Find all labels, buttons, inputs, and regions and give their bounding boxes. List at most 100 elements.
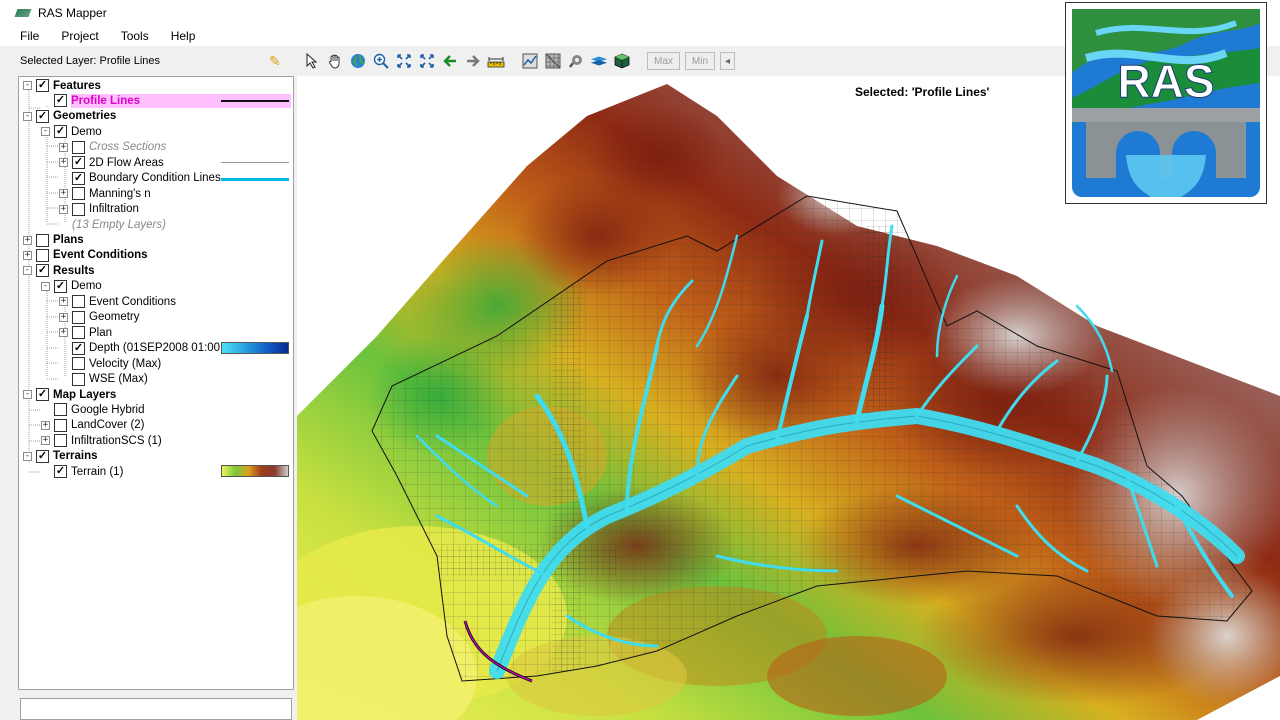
collapse-toggle[interactable]: - [23, 81, 32, 90]
layer-checkbox[interactable] [54, 434, 67, 448]
tree-item[interactable]: + Event Conditions [59, 294, 176, 309]
tree-item[interactable]: - ✓ Features [23, 78, 101, 93]
zoom-extent-icon[interactable] [395, 52, 413, 70]
tree-item[interactable]: + Plans [23, 233, 84, 248]
collapse-toggle[interactable]: - [23, 266, 32, 276]
tree-item[interactable]: Google Hybrid [41, 402, 145, 417]
tree-item[interactable]: + Plan [59, 325, 112, 340]
tree-item-label: Results [53, 264, 95, 277]
layer-checkbox[interactable] [72, 357, 85, 371]
expand-toggle[interactable]: + [59, 204, 68, 214]
layer-checkbox[interactable] [72, 140, 85, 154]
tree-item[interactable]: - ✓ Map Layers [23, 387, 116, 402]
measure-ruler-icon[interactable] [487, 52, 505, 70]
layer-stack-icon[interactable] [590, 52, 608, 70]
tree-item[interactable]: - ✓ Demo [41, 124, 102, 139]
tree-item[interactable]: - ✓ Results [23, 263, 95, 278]
zoom-in-icon[interactable] [372, 52, 390, 70]
max-button[interactable]: Max [647, 52, 680, 70]
tools-wrench-icon[interactable] [567, 52, 585, 70]
layer-checkbox[interactable] [72, 372, 85, 386]
collapse-toggle[interactable]: - [23, 111, 32, 121]
tree-item[interactable]: + Manning's n [59, 186, 151, 201]
expand-toggle[interactable]: + [23, 250, 32, 260]
layer-checkbox[interactable]: ✓ [72, 171, 85, 185]
status-box [20, 698, 292, 720]
layer-checkbox[interactable] [72, 326, 85, 340]
layer-checkbox[interactable] [36, 248, 49, 262]
collapse-toggle[interactable]: - [41, 281, 50, 291]
tree-item[interactable]: + Geometry [59, 310, 140, 325]
tree-item[interactable]: ✓ Profile Lines [41, 93, 140, 108]
step-back-button[interactable]: ◂ [720, 52, 736, 70]
tree-item[interactable]: WSE (Max) [59, 372, 148, 387]
tree-item[interactable]: - ✓ Demo [41, 279, 102, 294]
tree-item[interactable]: ✓ Depth (01SEP2008 01:00:0 [59, 341, 230, 356]
tree-item-label: Features [53, 79, 101, 92]
edit-pencil-icon[interactable]: ✎ [269, 54, 285, 68]
expand-toggle[interactable]: + [59, 312, 68, 322]
tree-item[interactable]: ✓ Boundary Condition Lines [59, 171, 221, 186]
legend-swatch [221, 100, 289, 103]
expand-toggle[interactable]: + [59, 158, 68, 168]
expand-toggle[interactable]: + [59, 297, 68, 307]
layer-checkbox[interactable]: ✓ [54, 279, 67, 293]
profile-plot-icon[interactable] [521, 52, 539, 70]
expand-toggle[interactable]: + [23, 235, 32, 245]
select-arrow-icon[interactable] [303, 52, 321, 70]
layer-checkbox[interactable]: ✓ [72, 156, 85, 170]
expand-toggle[interactable]: + [59, 189, 68, 199]
layer-checkbox[interactable]: ✓ [54, 94, 67, 108]
menu-file[interactable]: File [20, 29, 39, 43]
globe-icon[interactable] [349, 52, 367, 70]
layer-tree-panel: - ✓ Features ✓ Profile Lines - ✓ Geometries - ✓ De… [18, 76, 294, 690]
collapse-toggle[interactable]: - [41, 127, 50, 137]
tree-item-label: Infiltration [89, 203, 139, 216]
tree-item[interactable]: ✓ Terrain (1) [41, 464, 123, 479]
tree-item[interactable]: Velocity (Max) [59, 356, 161, 371]
expand-toggle[interactable]: + [59, 328, 68, 338]
pan-hand-icon[interactable] [326, 52, 344, 70]
tree-item[interactable]: (13 Empty Layers) [59, 217, 166, 232]
layer-checkbox[interactable]: ✓ [36, 79, 49, 92]
layer-checkbox[interactable] [36, 233, 49, 247]
menu-project[interactable]: Project [61, 29, 98, 43]
min-button[interactable]: Min [684, 52, 716, 70]
layer-checkbox[interactable] [72, 187, 85, 201]
layer-checkbox[interactable]: ✓ [36, 449, 49, 463]
grid-mesh-icon[interactable] [544, 52, 562, 70]
tree-item-label: Cross Sections [89, 141, 167, 154]
layer-checkbox[interactable] [54, 403, 67, 417]
tree-item[interactable]: + Cross Sections [59, 140, 166, 155]
menu-help[interactable]: Help [171, 29, 196, 43]
full-extent-icon[interactable] [418, 52, 436, 70]
tree-item[interactable]: - ✓ Geometries [23, 109, 116, 124]
layer-checkbox[interactable]: ✓ [54, 465, 67, 479]
layer-checkbox[interactable] [72, 202, 85, 216]
collapse-toggle[interactable]: - [23, 390, 32, 399]
tree-item[interactable]: + InfiltrationSCS (1) [41, 433, 162, 448]
layer-checkbox[interactable]: ✓ [36, 264, 49, 278]
expand-toggle[interactable]: + [41, 420, 50, 430]
tree-item[interactable]: + ✓ 2D Flow Areas [59, 155, 164, 170]
forward-arrow-icon[interactable] [464, 52, 482, 70]
layer-checkbox[interactable] [72, 310, 85, 324]
layer-checkbox[interactable]: ✓ [36, 388, 49, 401]
layer-checkbox[interactable]: ✓ [36, 109, 49, 123]
tree-item[interactable]: + Infiltration [59, 202, 139, 217]
3d-cube-icon[interactable] [613, 52, 631, 70]
layer-checkbox[interactable]: ✓ [54, 125, 67, 139]
layer-checkbox[interactable] [54, 418, 67, 432]
tree-item[interactable]: - ✓ Terrains [23, 449, 98, 464]
layer-checkbox[interactable]: ✓ [72, 341, 85, 355]
tree-item[interactable]: + LandCover (2) [41, 418, 145, 433]
menu-tools[interactable]: Tools [121, 29, 149, 43]
tree-item-label: Plan [89, 326, 113, 339]
layer-checkbox[interactable] [72, 295, 85, 309]
tree-item[interactable]: + Event Conditions [23, 248, 148, 263]
expand-toggle[interactable]: + [41, 436, 50, 446]
collapse-toggle[interactable]: - [23, 451, 32, 461]
expand-toggle[interactable]: + [59, 142, 68, 152]
back-arrow-icon[interactable] [441, 52, 459, 70]
